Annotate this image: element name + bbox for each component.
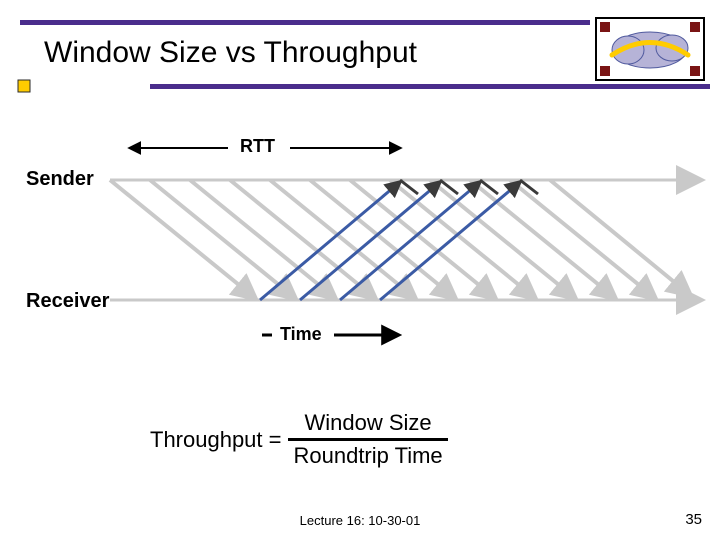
page-number: 35: [685, 511, 702, 528]
slide-stage: Window Size vs Throughput RTT Sender Rec…: [0, 0, 720, 540]
slide-footer: Lecture 16: 10-30-01: [300, 513, 421, 528]
formula-lhs: Throughput =: [150, 427, 285, 453]
formula-denominator: Roundtrip Time: [287, 441, 448, 469]
rtt-label: RTT: [240, 136, 275, 157]
slide-title: Window Size vs Throughput: [44, 36, 417, 70]
formula-numerator: Window Size: [299, 410, 438, 438]
sender-label: Sender: [26, 168, 94, 191]
time-label: Time: [280, 324, 322, 345]
receiver-label: Receiver: [26, 290, 109, 313]
formula-fraction: Window Size Roundtrip Time: [287, 410, 448, 469]
throughput-formula: Throughput = Window Size Roundtrip Time: [150, 410, 449, 469]
